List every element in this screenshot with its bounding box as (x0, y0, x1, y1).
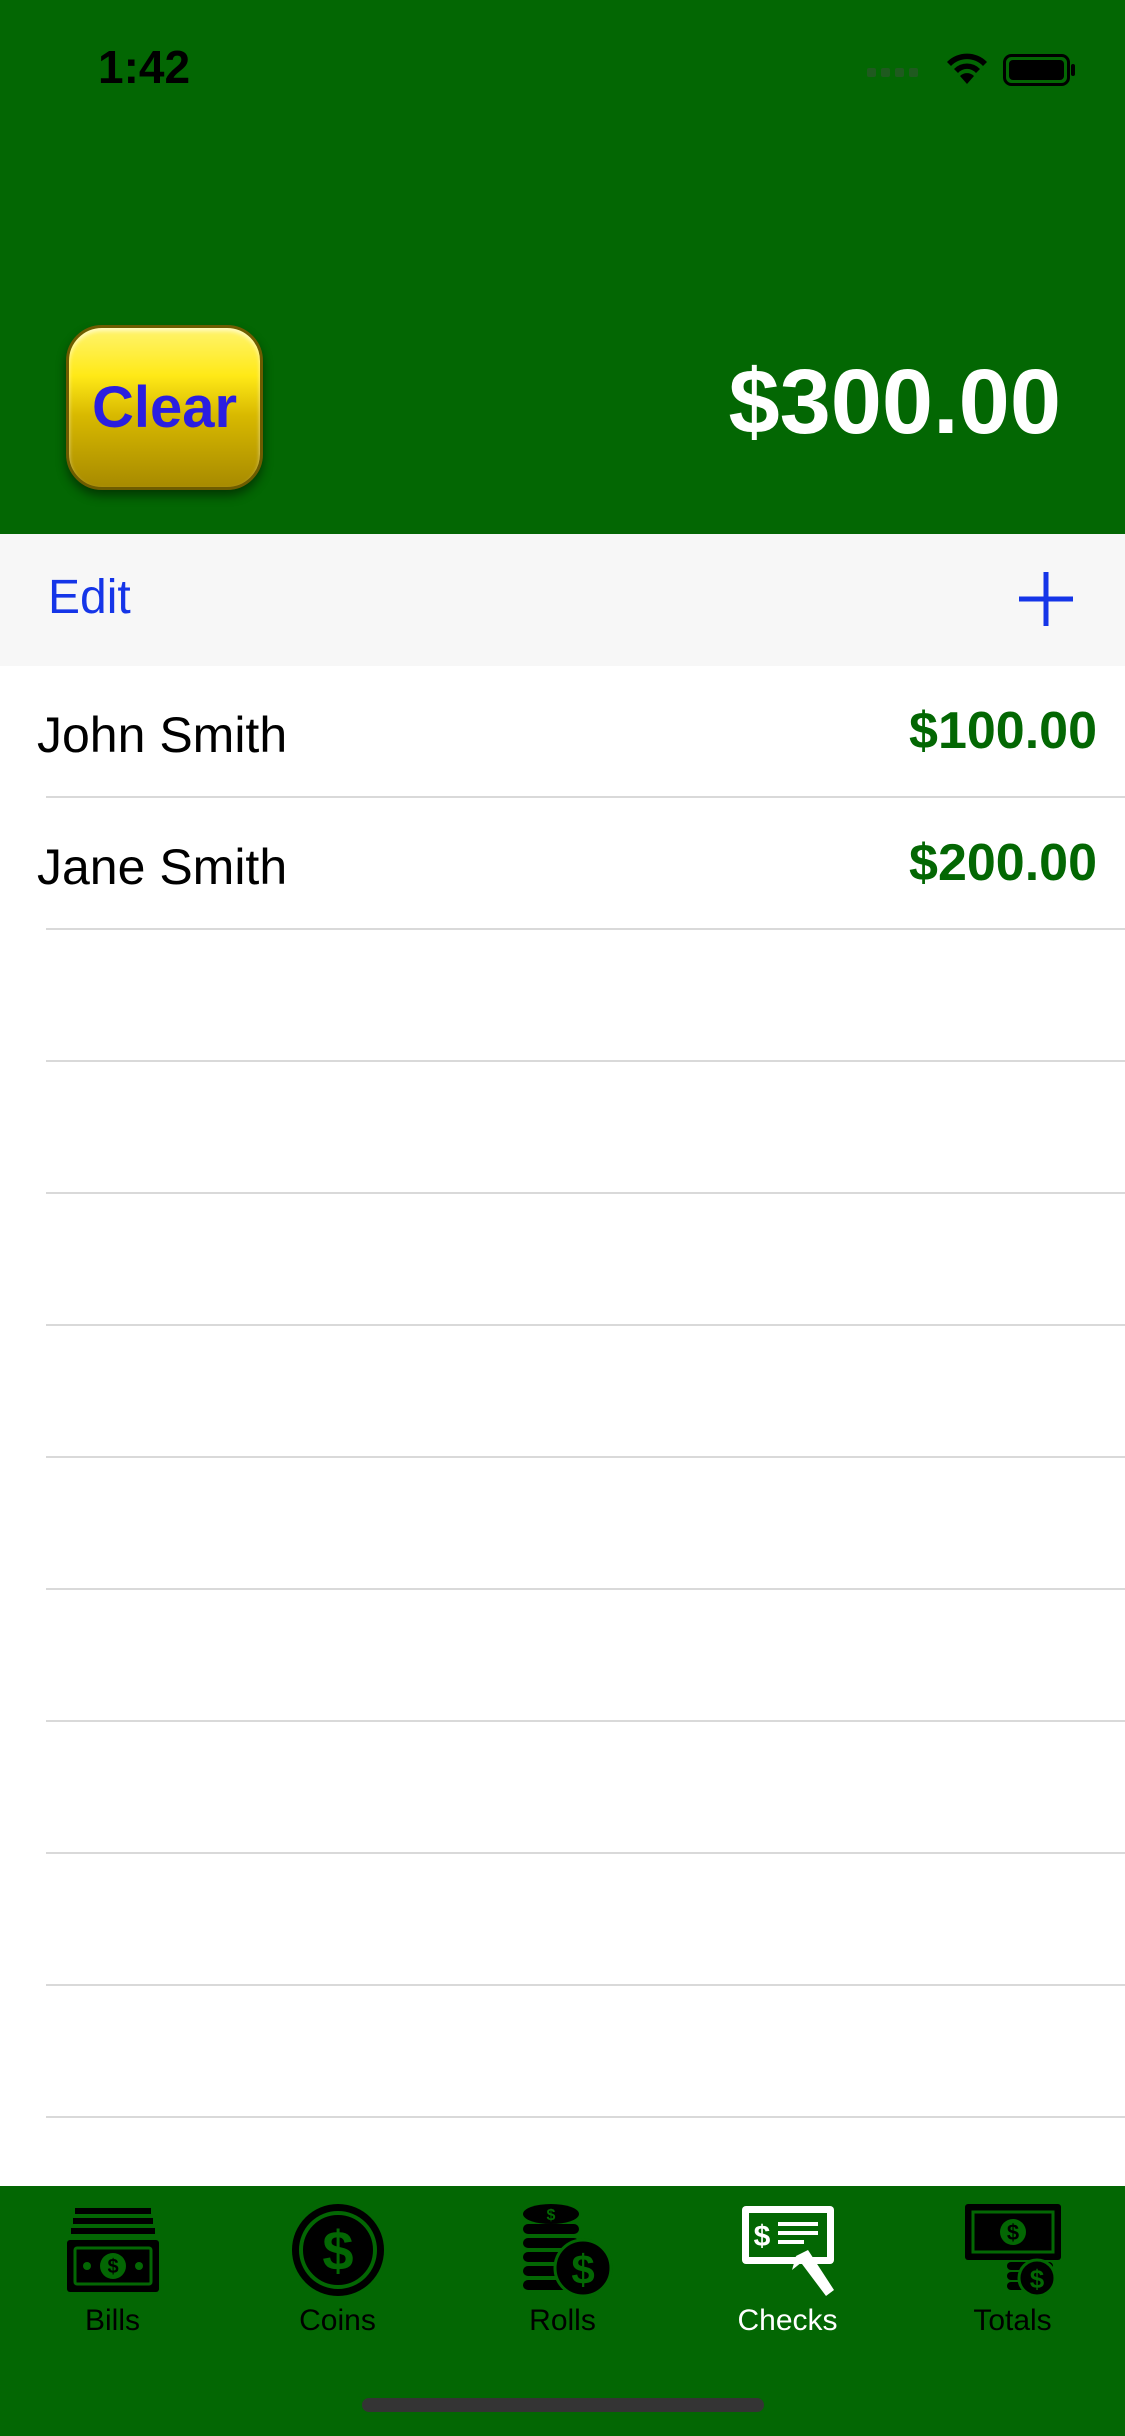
check-amount: $200.00 (909, 834, 1097, 892)
check-name: Jane Smith (37, 839, 288, 895)
checks-list: John Smith $100.00 Jane Smith $200.00 (0, 666, 1125, 2186)
rolls-icon: $ $ (522, 2204, 612, 2298)
tab-label: Checks (737, 2304, 838, 2337)
grand-total: $300.00 (728, 351, 1061, 453)
list-item[interactable]: Jane Smith $200.00 (0, 798, 1125, 930)
tab-coins[interactable]: $ Coins (225, 2200, 450, 2390)
empty-row (0, 930, 1125, 1062)
tab-rolls[interactable]: $ $ Rolls (450, 2200, 675, 2390)
plus-icon[interactable] (1011, 564, 1081, 634)
check-name: John Smith (37, 707, 288, 763)
svg-text:$: $ (1029, 2264, 1044, 2294)
svg-text:$: $ (1006, 2220, 1018, 2245)
empty-row (0, 1458, 1125, 1590)
tab-label: Rolls (529, 2304, 596, 2337)
status-icons (867, 50, 1077, 90)
svg-text:$: $ (322, 2219, 353, 2282)
empty-row (0, 1986, 1125, 2118)
empty-row (0, 1062, 1125, 1194)
clear-button[interactable]: Clear (66, 325, 263, 490)
empty-row (0, 1194, 1125, 1326)
list-item[interactable]: John Smith $100.00 (0, 666, 1125, 798)
svg-text:$: $ (753, 2220, 770, 2253)
empty-row (0, 1326, 1125, 1458)
tab-label: Coins (299, 2304, 376, 2337)
check-amount: $100.00 (909, 702, 1097, 760)
empty-row (0, 1854, 1125, 1986)
header-bar: 1:42 Clear $300.00 (0, 0, 1125, 534)
totals-icon: $ $ (964, 2204, 1061, 2298)
cellular-signal-icon (867, 64, 923, 82)
edit-button[interactable]: Edit (48, 570, 131, 625)
empty-row (0, 1722, 1125, 1854)
battery-icon (1003, 54, 1075, 86)
tab-bills[interactable]: $ Bills (0, 2200, 225, 2390)
toolbar: Edit (0, 534, 1125, 666)
coins-icon: $ (291, 2204, 384, 2296)
tab-label: Totals (973, 2304, 1052, 2337)
svg-text:$: $ (107, 2256, 118, 2278)
wifi-icon (947, 53, 987, 84)
tab-label: Bills (84, 2304, 140, 2337)
status-time: 1:42 (98, 41, 191, 93)
tab-totals[interactable]: $ $ Totals (900, 2200, 1125, 2390)
checks-icon: $ (741, 2206, 834, 2296)
tab-checks[interactable]: $ Checks (675, 2200, 900, 2390)
home-indicator[interactable] (362, 2398, 764, 2412)
empty-row (0, 1590, 1125, 1722)
bills-icon: $ (66, 2208, 159, 2292)
svg-text:$: $ (571, 2246, 594, 2293)
svg-text:$: $ (546, 2207, 555, 2224)
